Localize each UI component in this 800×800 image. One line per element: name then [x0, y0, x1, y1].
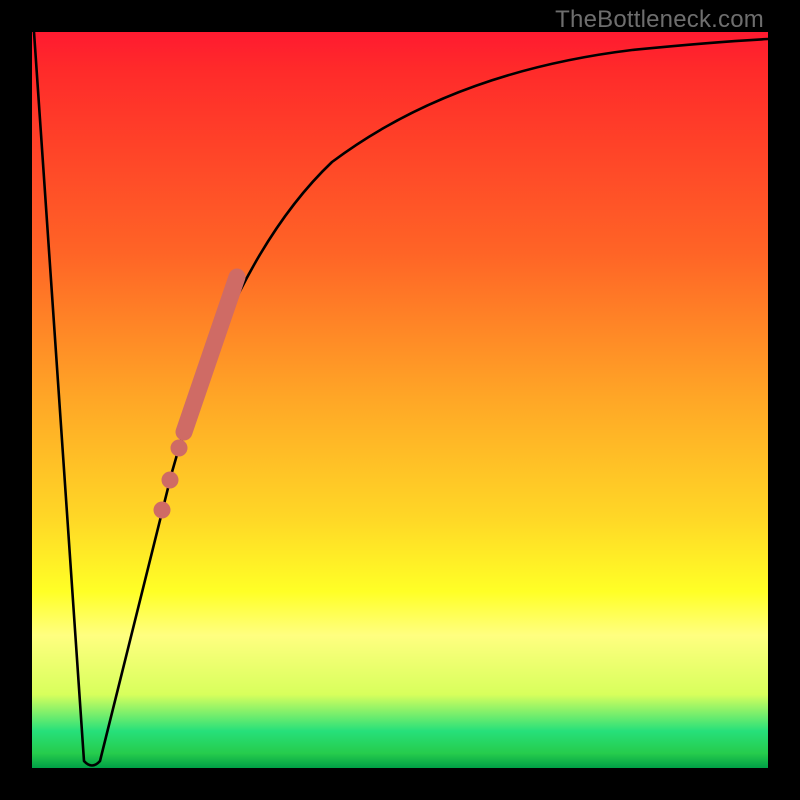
- marker-3: [171, 440, 188, 457]
- marker-2: [162, 472, 179, 489]
- marker-1: [154, 502, 171, 519]
- chart-svg: [32, 32, 768, 768]
- bottleneck-curve: [34, 32, 768, 766]
- marker-band: [184, 277, 237, 432]
- plot-area: [32, 32, 768, 768]
- watermark-text: TheBottleneck.com: [555, 6, 764, 34]
- chart-frame: TheBottleneck.com: [0, 0, 800, 800]
